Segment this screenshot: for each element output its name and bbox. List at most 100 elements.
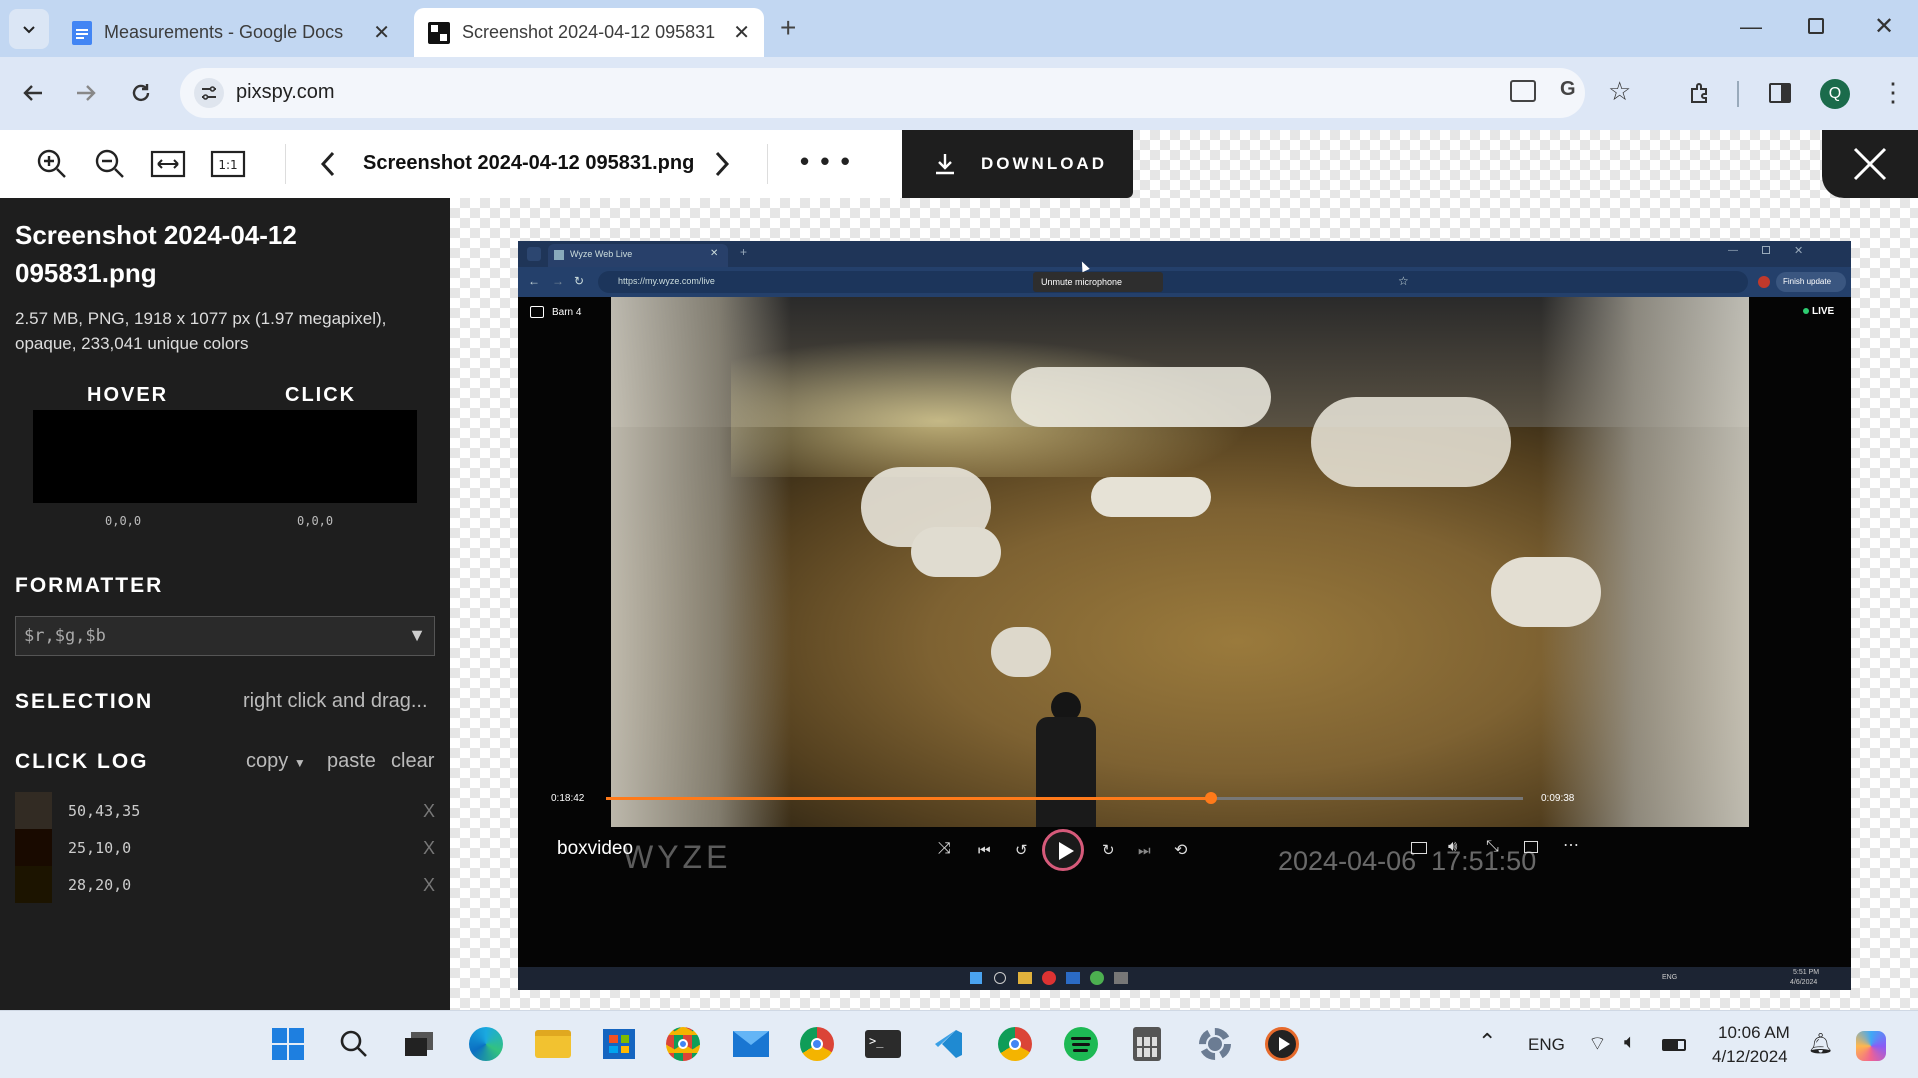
hover-value: 0,0,0 bbox=[105, 514, 142, 528]
inner-taskbar: ENG 5:51 PM 4/6/2024 bbox=[518, 967, 1851, 990]
remove-log-button[interactable]: X bbox=[423, 875, 435, 896]
inner-lang: ENG bbox=[1662, 974, 1678, 981]
search-icon[interactable] bbox=[333, 1023, 375, 1065]
toolbar-divider bbox=[1737, 81, 1739, 107]
previous-image-icon[interactable] bbox=[318, 150, 338, 178]
list-item[interactable]: 25,10,0 X bbox=[15, 829, 435, 866]
play-button[interactable] bbox=[1042, 829, 1084, 871]
arrow-right-icon bbox=[77, 85, 96, 101]
skip-previous-icon[interactable]: ⏮ bbox=[978, 842, 991, 859]
displayed-screenshot[interactable]: Wyze Web Live ✕ + — ✕ ← → ↻ https://my.w… bbox=[518, 241, 1851, 990]
microsoft-store-icon[interactable] bbox=[598, 1023, 640, 1065]
clock-date[interactable]: 4/12/2024 bbox=[1712, 1047, 1788, 1067]
volume-icon[interactable]: 🔊︎ bbox=[1448, 838, 1457, 855]
file-explorer-icon[interactable] bbox=[532, 1023, 574, 1065]
fullscreen-icon[interactable]: ⤡ bbox=[1486, 838, 1499, 856]
windows-start-icon[interactable] bbox=[267, 1023, 309, 1065]
fast-forward-icon[interactable]: ↻ bbox=[1102, 841, 1115, 859]
copy-button[interactable]: copy ▼ bbox=[246, 750, 306, 773]
restore-icon[interactable] bbox=[1808, 18, 1824, 34]
url-text[interactable]: pixspy.com bbox=[236, 81, 335, 104]
inner-tooltip: Unmute microphone bbox=[1033, 272, 1163, 292]
more-options-icon[interactable]: ⋯ bbox=[1563, 835, 1579, 855]
bookmark-star-icon[interactable]: ☆ bbox=[1608, 76, 1631, 107]
translate-icon[interactable]: G bbox=[1560, 78, 1576, 101]
mail-icon[interactable] bbox=[730, 1023, 772, 1065]
actual-size-icon[interactable]: 1:1 bbox=[210, 148, 246, 180]
more-options-button[interactable]: • • • bbox=[800, 146, 852, 177]
rewind-icon[interactable]: ↺ bbox=[1015, 841, 1028, 859]
browser-menu-icon[interactable]: ⋮ bbox=[1880, 79, 1906, 105]
subtitles-icon[interactable] bbox=[1411, 842, 1427, 854]
speaker-icon[interactable]: 🔈︎ bbox=[1624, 1031, 1636, 1054]
repeat-icon[interactable]: ⟲ bbox=[1174, 840, 1187, 860]
selection-label: SELECTION bbox=[15, 690, 154, 713]
list-item[interactable]: 50,43,35 X bbox=[15, 792, 435, 829]
forward-button[interactable] bbox=[66, 73, 106, 113]
list-item[interactable]: 28,20,0 X bbox=[15, 866, 435, 903]
tab-google-docs[interactable]: Measurements - Google Docs ✕ bbox=[58, 8, 404, 57]
fit-screen-icon[interactable] bbox=[150, 148, 186, 180]
remove-log-button[interactable]: X bbox=[423, 838, 435, 859]
avatar[interactable]: Q bbox=[1820, 79, 1850, 109]
next-image-icon[interactable] bbox=[712, 150, 732, 178]
formatter-select[interactable]: $r,$g,$b ▼ bbox=[15, 616, 435, 656]
inner-tab-bar: Wyze Web Live ✕ + — ✕ bbox=[518, 241, 1851, 267]
reload-icon bbox=[132, 84, 150, 102]
remove-log-button[interactable]: X bbox=[423, 801, 435, 822]
paste-button[interactable]: paste bbox=[327, 750, 376, 773]
close-tab-icon[interactable]: ✕ bbox=[373, 20, 390, 45]
tray-chevron-up-icon[interactable]: ⌃ bbox=[1478, 1029, 1496, 1055]
notification-bell-icon[interactable]: 🔔︎ bbox=[1808, 1031, 1833, 1056]
terminal-icon[interactable]: >_ bbox=[862, 1023, 904, 1065]
close-tab-icon[interactable]: ✕ bbox=[733, 20, 750, 45]
chrome-profile-icon[interactable] bbox=[994, 1023, 1036, 1065]
address-bar[interactable]: pixspy.com G ☆ bbox=[180, 68, 1631, 118]
camera-name: Barn 4 bbox=[552, 307, 582, 318]
language-indicator[interactable]: ENG bbox=[1528, 1035, 1565, 1055]
side-panel-icon[interactable] bbox=[1760, 73, 1800, 113]
zoom-in-icon[interactable] bbox=[36, 148, 68, 180]
finish-update-button: Finish update bbox=[1776, 272, 1846, 292]
site-info-icon[interactable] bbox=[194, 78, 224, 108]
zoom-out-icon[interactable] bbox=[94, 148, 126, 180]
mini-player-icon[interactable] bbox=[1524, 841, 1538, 853]
seek-bar[interactable] bbox=[606, 792, 1523, 804]
vscode-icon[interactable] bbox=[928, 1023, 970, 1065]
log-swatch bbox=[15, 829, 52, 866]
install-app-icon[interactable] bbox=[1510, 80, 1536, 102]
chrome-profile-m-icon[interactable] bbox=[662, 1023, 704, 1065]
close-viewer-button[interactable] bbox=[1822, 130, 1918, 198]
edge-icon[interactable] bbox=[465, 1023, 507, 1065]
inner-clock-date: 4/6/2024 bbox=[1790, 979, 1818, 986]
log-value: 25,10,0 bbox=[68, 839, 132, 857]
new-tab-button[interactable]: + bbox=[780, 12, 796, 44]
calculator-icon[interactable] bbox=[1126, 1023, 1168, 1065]
back-button[interactable] bbox=[13, 73, 53, 113]
wifi-icon[interactable]: ⌔ bbox=[1588, 1031, 1607, 1056]
task-view-icon[interactable] bbox=[398, 1023, 440, 1065]
chrome-profile-q-icon[interactable] bbox=[796, 1023, 838, 1065]
click-value: 0,0,0 bbox=[297, 514, 334, 528]
settings-gear-icon[interactable] bbox=[1194, 1023, 1236, 1065]
media-player-icon[interactable] bbox=[1261, 1023, 1303, 1065]
log-swatch bbox=[15, 866, 52, 903]
download-button[interactable]: DOWNLOAD bbox=[902, 130, 1133, 198]
tab-search-button[interactable] bbox=[9, 9, 49, 49]
reload-button[interactable] bbox=[121, 73, 161, 113]
skip-next-icon[interactable]: ⏭ bbox=[1138, 842, 1151, 859]
tab-screenshot[interactable]: Screenshot 2024-04-12 095831 ✕ bbox=[414, 8, 764, 57]
inner-url: https://my.wyze.com/live bbox=[618, 276, 715, 286]
browser-tab-bar: Measurements - Google Docs ✕ Screenshot … bbox=[0, 0, 1918, 57]
spotify-icon[interactable] bbox=[1060, 1023, 1102, 1065]
close-window-icon[interactable]: ✕ bbox=[1874, 12, 1894, 41]
formatter-value: $r,$g,$b bbox=[24, 626, 106, 646]
clear-button[interactable]: clear bbox=[391, 750, 434, 773]
extensions-icon[interactable] bbox=[1680, 73, 1720, 113]
shuffle-icon[interactable]: ⤨ bbox=[938, 840, 951, 858]
video-player[interactable]: Barn 4 LIVE 0:18:42 0:09:38 boxvideo WYZ… bbox=[518, 297, 1851, 967]
copilot-icon[interactable] bbox=[1856, 1031, 1886, 1061]
clock-time[interactable]: 10:06 AM bbox=[1718, 1023, 1790, 1043]
minimize-icon[interactable]: — bbox=[1740, 14, 1762, 40]
battery-icon[interactable] bbox=[1662, 1039, 1686, 1051]
